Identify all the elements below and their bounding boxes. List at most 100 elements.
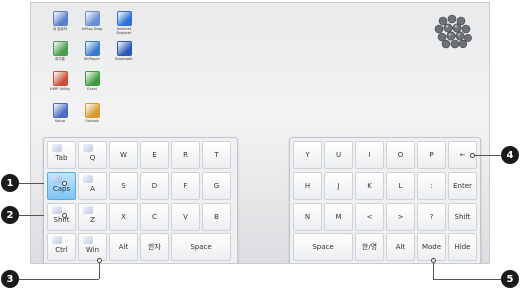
key-space[interactable]: Space	[293, 233, 353, 261]
key-t[interactable]: T	[202, 141, 231, 169]
key-label: N	[304, 213, 311, 221]
desktop-icon-label: KitPlayer	[84, 57, 100, 61]
key-label: C	[152, 213, 157, 221]
callout-number-5: 5	[501, 270, 519, 288]
key-label: ←	[459, 151, 466, 159]
callout-anchor-dot	[431, 258, 436, 263]
key-shift[interactable]: Shift	[448, 203, 477, 231]
desktop-icon[interactable]: KitPlayer	[77, 41, 107, 61]
key-j[interactable]: J	[324, 172, 353, 200]
key-label: H	[304, 182, 311, 190]
callout-leader-line	[473, 155, 502, 156]
callout-anchor-dot	[97, 258, 102, 263]
document-icon	[84, 11, 100, 26]
key-win[interactable]: Win	[78, 233, 107, 261]
ctrl-icon	[52, 236, 62, 244]
key-alt[interactable]: Alt	[386, 233, 415, 261]
key-label: W	[120, 151, 127, 159]
desktop-icon[interactable]: Setup	[45, 103, 75, 123]
key-alt[interactable]: Alt	[109, 233, 138, 261]
key-f[interactable]: F	[171, 172, 200, 200]
decorative-sphere-cluster-icon	[434, 14, 472, 49]
shift-icon	[52, 206, 62, 214]
key-greater-than[interactable]: >	[386, 203, 415, 231]
key-label: A	[90, 185, 95, 193]
key-caps[interactable]: Caps	[47, 172, 76, 200]
key-space[interactable]: Space	[171, 233, 231, 261]
key-label: S	[121, 182, 126, 190]
key-a[interactable]: A	[78, 172, 107, 200]
key-d[interactable]: D	[140, 172, 169, 200]
figure: 내 컴퓨터 InPlug Drop Internet Explorer 휴지통 KitP…	[0, 0, 520, 290]
key-label: Win	[85, 246, 100, 254]
key-label: K	[367, 182, 372, 190]
key-e[interactable]: E	[140, 141, 169, 169]
key-label: Caps	[52, 185, 71, 193]
desktop-icon[interactable]: 휴지통	[45, 41, 75, 61]
desktop-icon-label: Bluetooth	[115, 57, 133, 61]
key-label: <	[366, 213, 373, 221]
recycle-bin-icon	[52, 41, 68, 56]
key-label: I	[368, 151, 371, 159]
bluetooth-icon	[116, 41, 132, 56]
desktop-icon[interactable]: InPlug Drop	[77, 11, 107, 31]
outlook-icon	[84, 103, 100, 118]
key-s[interactable]: S	[109, 172, 138, 200]
key-colon[interactable]: :	[417, 172, 446, 200]
caps-icon	[52, 175, 62, 183]
key-z[interactable]: Z	[78, 203, 107, 231]
key-v[interactable]: V	[171, 203, 200, 231]
key-k[interactable]: K	[355, 172, 384, 200]
key-g[interactable]: G	[202, 172, 231, 200]
a-icon	[83, 175, 93, 183]
desktop-icon[interactable]: Bluetooth	[109, 41, 139, 61]
key-r[interactable]: R	[171, 141, 200, 169]
desktop-icon[interactable]: HWP Utility	[45, 71, 75, 91]
key-han-eng[interactable]: 한/영	[355, 233, 384, 261]
key-x[interactable]: X	[109, 203, 138, 231]
key-i[interactable]: I	[355, 141, 384, 169]
network-icon	[52, 71, 68, 86]
key-o[interactable]: O	[386, 141, 415, 169]
key-tab[interactable]: Tab	[47, 141, 76, 169]
key-c[interactable]: C	[140, 203, 169, 231]
key-label: M	[335, 213, 342, 221]
key-label: Shift	[53, 216, 70, 224]
key-h[interactable]: H	[293, 172, 322, 200]
desktop-icon[interactable]: Internet Explorer	[109, 11, 139, 36]
key-label: Alt	[395, 243, 406, 251]
key-label: U	[335, 151, 342, 159]
internet-explorer-icon	[116, 11, 132, 26]
key-question[interactable]: ?	[417, 203, 446, 231]
key-label: Z	[90, 216, 95, 224]
key-label: Tab	[55, 154, 68, 162]
key-label: :	[430, 182, 433, 190]
key-p[interactable]: P	[417, 141, 446, 169]
key-m[interactable]: M	[324, 203, 353, 231]
key-enter[interactable]: Enter	[448, 172, 477, 200]
desktop-icon[interactable]: Outlook	[77, 103, 107, 123]
key-q[interactable]: Q	[78, 141, 107, 169]
key-b[interactable]: B	[202, 203, 231, 231]
key-label: J	[337, 182, 340, 190]
key-label: Space	[190, 243, 212, 251]
callout-number-4: 4	[501, 146, 519, 164]
setup-icon	[52, 103, 68, 118]
callout-leader-line	[18, 279, 99, 280]
key-w[interactable]: W	[109, 141, 138, 169]
desktop-icon[interactable]: 내 컴퓨터	[45, 11, 75, 31]
right-keyboard-panel: Y U I O P ← H J K L: Enter N M < >? Shift Space 한/영 Alt Mod…	[289, 137, 481, 263]
key-n[interactable]: N	[293, 203, 322, 231]
key-y[interactable]: Y	[293, 141, 322, 169]
key-l[interactable]: L	[386, 172, 415, 200]
computer-icon	[52, 11, 68, 26]
callout-number-3: 3	[1, 270, 19, 288]
key-hide[interactable]: Hide	[448, 233, 477, 261]
desktop-icon[interactable]: Excel	[77, 71, 107, 91]
key-ctrl[interactable]: Ctrl	[47, 233, 76, 261]
key-label: D	[151, 182, 158, 190]
key-u[interactable]: U	[324, 141, 353, 169]
key-hanja[interactable]: 한자	[140, 233, 169, 261]
key-mode[interactable]: Mode	[417, 233, 446, 261]
key-less-than[interactable]: <	[355, 203, 384, 231]
